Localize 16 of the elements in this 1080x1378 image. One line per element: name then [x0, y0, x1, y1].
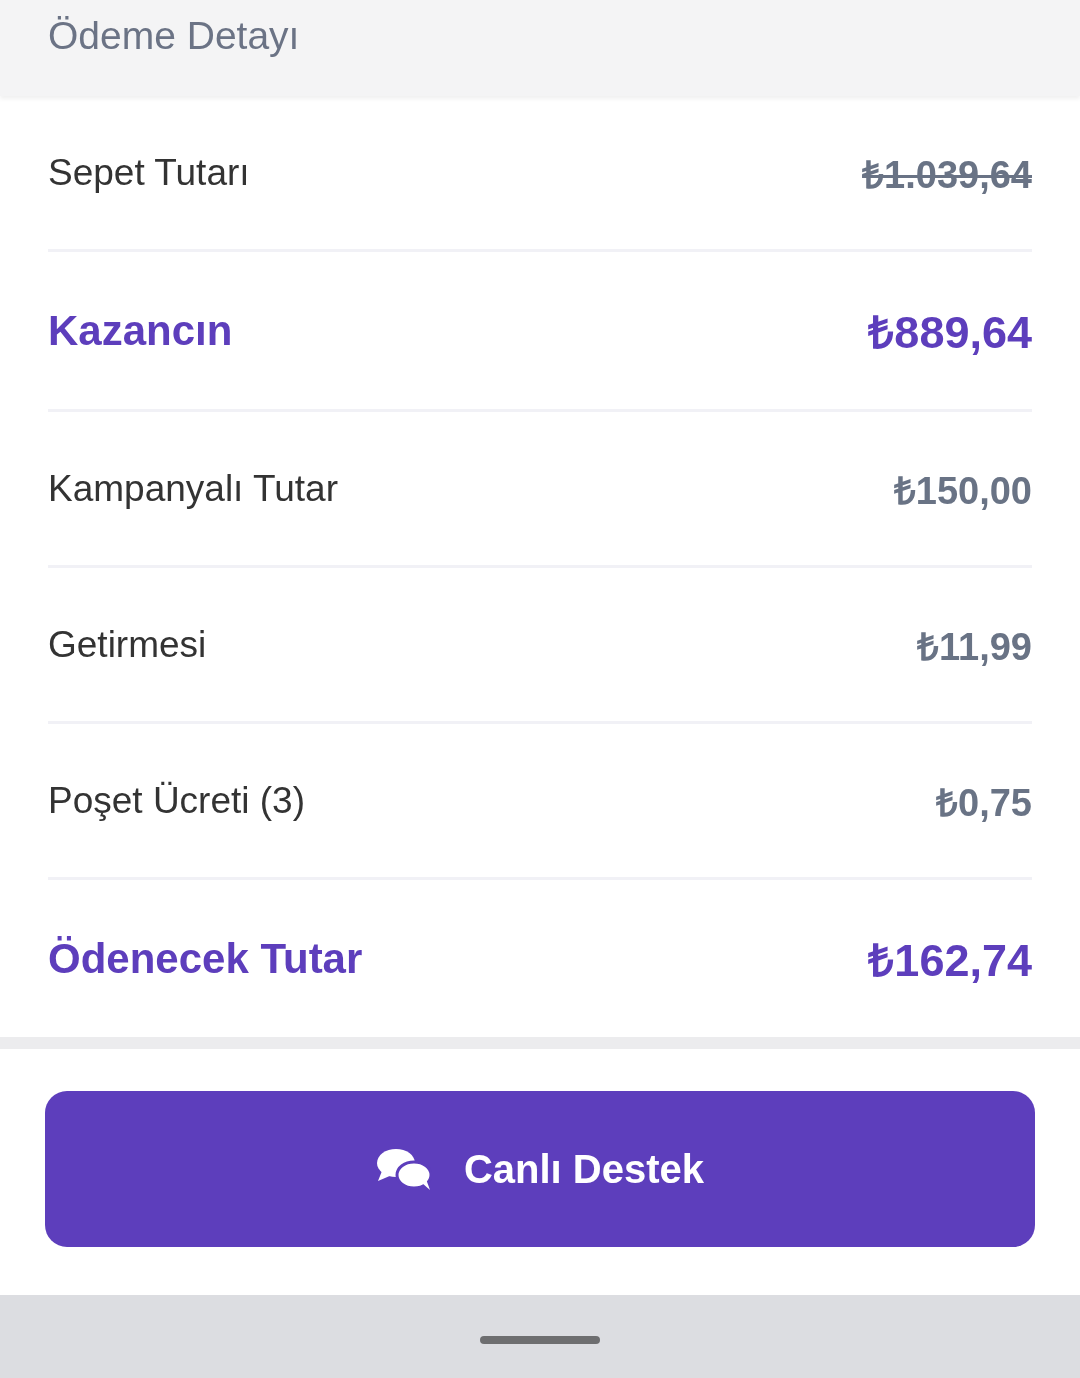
home-indicator[interactable]: [480, 1336, 600, 1344]
row-label: Poşet Ücreti (3): [48, 779, 305, 822]
row-amount: ₺150,00: [893, 468, 1032, 514]
row-label: Getirmesi: [48, 623, 207, 666]
live-support-button[interactable]: Canlı Destek: [45, 1091, 1035, 1247]
row-label: Sepet Tutarı: [48, 151, 250, 194]
row-amount: ₺1.039,64: [862, 152, 1032, 198]
row-label: Ödenecek Tutar: [48, 934, 363, 983]
chat-bubbles-icon: [375, 1147, 432, 1191]
row-label: Kazancın: [48, 306, 233, 355]
row-amount: ₺0,75: [936, 780, 1032, 826]
row-amount: ₺11,99: [917, 624, 1032, 670]
row-amount: ₺889,64: [868, 306, 1032, 360]
row-amount: ₺162,74: [868, 934, 1032, 988]
page-title: Ödeme Detayı: [48, 14, 300, 58]
row-label: Kampanyalı Tutar: [48, 467, 338, 510]
